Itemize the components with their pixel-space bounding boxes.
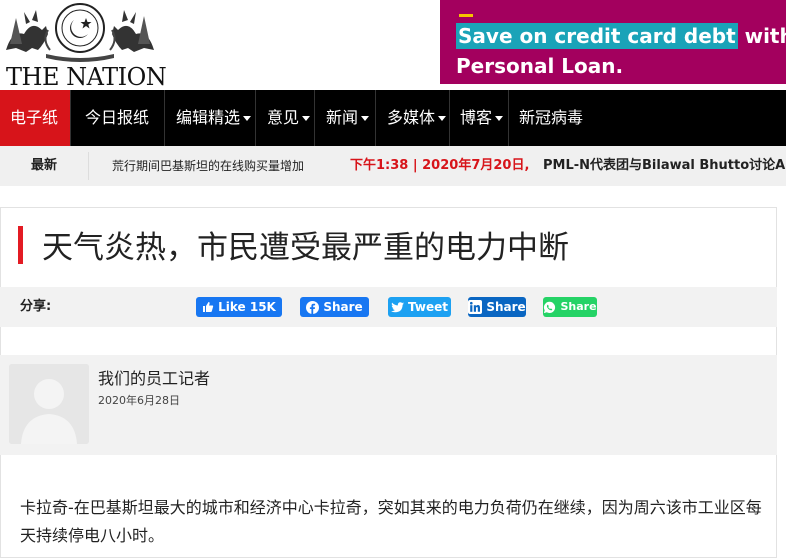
chevron-down-icon (361, 116, 370, 121)
whatsapp-icon (544, 301, 556, 313)
nav-item-label: 多媒体 (387, 108, 436, 127)
article-body-paragraph: 卡拉奇-在巴基斯坦最大的城市和经济中心卡拉奇，突如其来的电力负荷仍在继续，因为周… (20, 498, 762, 545)
ad-accent-dash (459, 14, 473, 17)
site-header: THE NATION Save on credit card debt with… (0, 0, 786, 91)
nav-item-label: 博客 (460, 108, 493, 127)
article-title: 天气炎热，市民遭受最严重的电力中断 (42, 230, 569, 266)
nav-item-label: 今日报纸 (85, 108, 150, 127)
news-ticker: 最新 荒行期间巴基斯坦的在线购买量增加 下午1:38 | 2020年7月20日,… (0, 146, 786, 186)
nav-item-epaper[interactable]: 电子纸 (0, 90, 70, 146)
whatsapp-share-label: Share (560, 300, 597, 313)
title-accent-bar (18, 226, 23, 264)
share-label: 分享: (20, 299, 52, 314)
nav-divider (164, 90, 165, 146)
logo-wordmark: THE NATION (6, 63, 167, 91)
facebook-share-label: Share (323, 300, 363, 314)
nav-divider (375, 90, 376, 146)
linkedin-share-label: Share (486, 300, 526, 314)
thumbs-up-icon (203, 302, 214, 312)
nav-item-multimedia[interactable]: 多媒体 (377, 90, 449, 146)
nav-item-coronavirus[interactable]: 新冠病毒 (509, 90, 593, 146)
avatar-placeholder-icon (9, 364, 89, 444)
facebook-like-button[interactable]: Like 15K (196, 297, 282, 317)
author-name[interactable]: 我们的员工记者 (98, 365, 210, 389)
nav-item-news[interactable]: 新闻 (316, 90, 374, 146)
chevron-down-icon (438, 116, 447, 121)
ticker-divider (88, 152, 89, 180)
ticker-headline[interactable]: PML-N代表团与Bilawal Bhutto讨论APC问 (543, 146, 786, 186)
chevron-down-icon (302, 116, 311, 121)
avatar (9, 364, 89, 444)
share-bar: 分享: Like 15K Share Tweet Share Share (0, 287, 777, 327)
ad-headline: Save on credit card debt with a (456, 23, 786, 49)
advertisement-banner[interactable]: Save on credit card debt with a Personal… (440, 0, 786, 84)
nav-item-opinion[interactable]: 意见 (257, 90, 313, 146)
nav-item-label: 新冠病毒 (519, 108, 584, 127)
ad-headline-highlight: Save on credit card debt (456, 23, 738, 49)
nav-item-todays-paper[interactable]: 今日报纸 (75, 90, 163, 146)
nav-item-blogs[interactable]: 博客 (450, 90, 507, 146)
tweet-label: Tweet (408, 300, 448, 314)
facebook-like-label: Like 15K (218, 300, 276, 314)
site-logo[interactable]: THE NATION (0, 0, 167, 91)
tweet-button[interactable]: Tweet (388, 297, 451, 317)
nav-item-editors-picks[interactable]: 编辑精选 (166, 90, 254, 146)
nav-divider (314, 90, 315, 146)
nav-divider (70, 90, 71, 146)
twitter-bird-icon (391, 301, 405, 312)
nav-item-label: 电子纸 (10, 108, 59, 127)
nav-divider (255, 90, 256, 146)
logo-emblem-icon (6, 3, 154, 62)
linkedin-share-button[interactable]: Share (468, 297, 526, 317)
ticker-label: 最新 (30, 158, 57, 173)
chevron-down-icon (243, 116, 252, 121)
ticker-headline[interactable]: 荒行期间巴基斯坦的在线购买量增加 (112, 146, 304, 186)
nav-item-label: 新闻 (326, 108, 359, 127)
main-navigation: 电子纸 今日报纸 编辑精选 意见 新闻 多媒体 博客 新冠病毒 (0, 90, 786, 146)
facebook-share-button[interactable]: Share (300, 297, 369, 317)
linkedin-icon (468, 300, 483, 314)
facebook-icon (306, 300, 320, 314)
chevron-down-icon (495, 116, 504, 121)
nav-item-label: 编辑精选 (176, 108, 241, 127)
nav-item-label: 意见 (267, 108, 300, 127)
ad-headline-rest: with a (744, 24, 786, 48)
ad-subline: Personal Loan. (456, 54, 624, 78)
whatsapp-share-button[interactable]: Share (543, 297, 597, 317)
publish-date: 2020年6月28日 (98, 394, 180, 407)
ticker-timestamp: 下午1:38 | 2020年7月20日, (350, 158, 530, 173)
